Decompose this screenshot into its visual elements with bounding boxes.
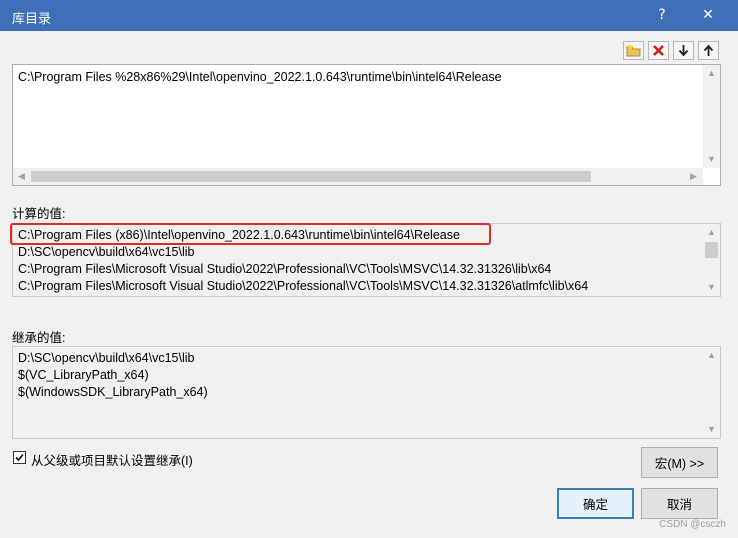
watermark: CSDN @csczh [659, 519, 726, 530]
close-button[interactable]: ✕ [694, 3, 722, 27]
scroll-up-icon[interactable]: ▲ [703, 65, 720, 82]
inherited-line: D:\SC\opencv\build\x64\vc15\lib [18, 351, 195, 365]
scroll-thumb[interactable] [31, 171, 591, 182]
editor-vertical-scrollbar[interactable]: ▲ ▼ [703, 65, 720, 168]
editor-line[interactable]: C:\Program Files %28x86%29\Intel\openvin… [18, 70, 502, 84]
new-line-button[interactable] [623, 41, 644, 60]
title-bar: 库目录 ? ✕ [0, 0, 738, 31]
evaluated-line: C:\Program Files\Microsoft Visual Studio… [18, 279, 589, 293]
inherited-values-box: D:\SC\opencv\build\x64\vc15\lib $(VC_Lib… [12, 346, 721, 439]
inherit-checkbox[interactable] [13, 451, 26, 464]
inherited-line: $(VC_LibraryPath_x64) [18, 368, 149, 382]
scroll-down-icon[interactable]: ▼ [703, 421, 720, 438]
scroll-down-icon[interactable]: ▼ [703, 279, 720, 296]
checkmark-icon [15, 453, 24, 462]
macros-button[interactable]: 宏(M) >> [641, 447, 718, 478]
inherited-vertical-scrollbar[interactable]: ▲ ▼ [703, 347, 720, 438]
move-up-icon [703, 44, 714, 56]
inherited-label: 继承的值: [12, 331, 66, 345]
move-down-button[interactable] [673, 41, 694, 60]
move-down-icon [678, 45, 689, 57]
window-title: 库目录 [12, 12, 52, 27]
scroll-thumb[interactable] [705, 242, 718, 258]
editor-horizontal-scrollbar[interactable]: ◀ ▶ [13, 168, 703, 185]
move-up-button[interactable] [698, 41, 719, 60]
evaluated-vertical-scrollbar[interactable]: ▲ ▼ [703, 224, 720, 296]
scroll-down-icon[interactable]: ▼ [703, 151, 720, 168]
inherited-line: $(WindowsSDK_LibraryPath_x64) [18, 385, 208, 399]
evaluated-label: 计算的值: [12, 207, 66, 221]
evaluated-line: D:\SC\opencv\build\x64\vc15\lib [18, 245, 195, 259]
red-highlight-box [10, 223, 491, 245]
scroll-up-icon[interactable]: ▲ [703, 347, 720, 364]
cancel-button[interactable]: 取消 [641, 488, 718, 519]
help-button[interactable]: ? [648, 3, 676, 27]
new-folder-icon [626, 45, 641, 57]
paths-editor[interactable]: C:\Program Files %28x86%29\Intel\openvin… [12, 64, 721, 186]
scroll-right-icon[interactable]: ▶ [685, 168, 702, 185]
scroll-up-icon[interactable]: ▲ [703, 224, 720, 241]
delete-icon [653, 45, 664, 56]
ok-button[interactable]: 确定 [557, 488, 634, 519]
evaluated-line: C:\Program Files\Microsoft Visual Studio… [18, 262, 552, 276]
inherit-checkbox-label[interactable]: 从父级或项目默认设置继承(I) [31, 450, 193, 469]
scroll-left-icon[interactable]: ◀ [13, 168, 30, 185]
delete-line-button[interactable] [648, 41, 669, 60]
